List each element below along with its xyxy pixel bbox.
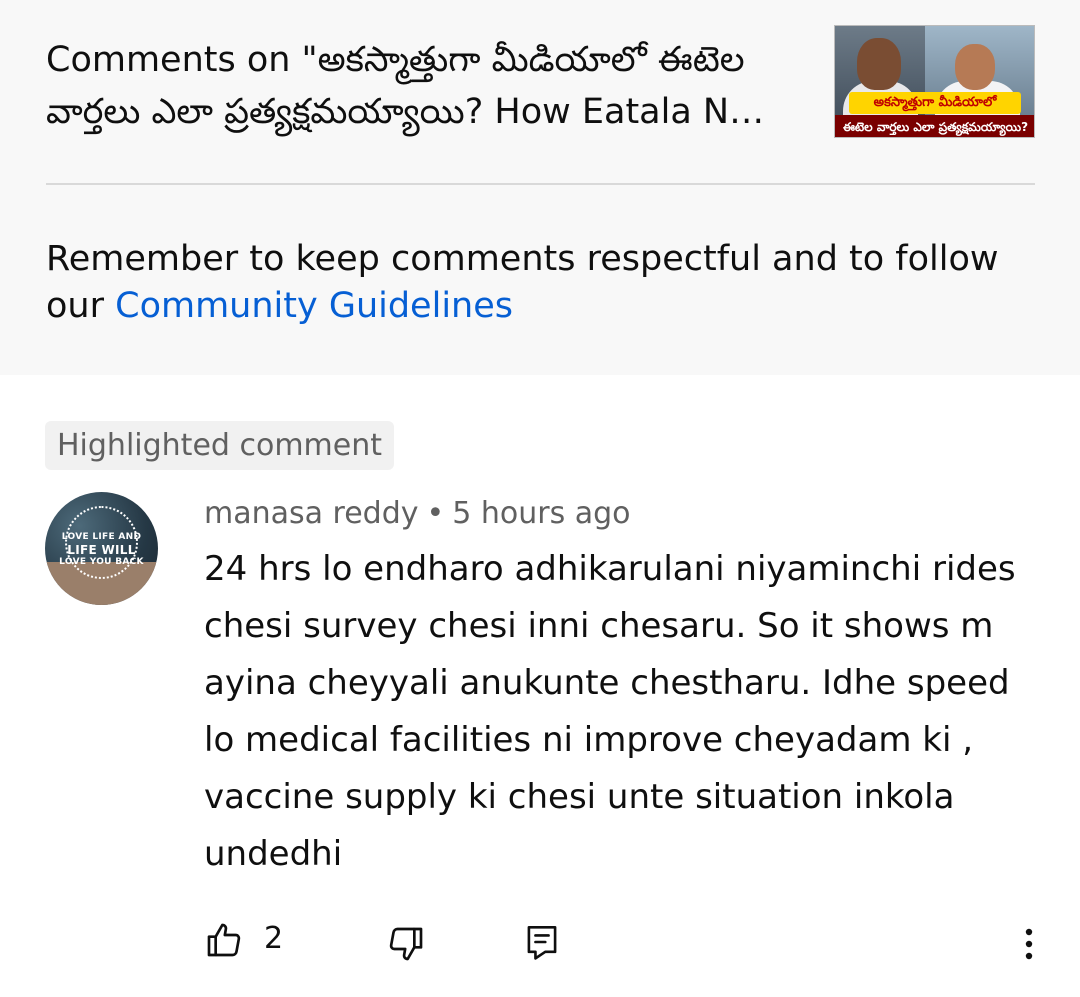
thumbnail-subline: ఈటెల వార్తలు ఎలా ప్రత్యక్షమయ్యాయి? (835, 115, 1034, 137)
thumbnail-person-1-face (857, 38, 901, 90)
like-count: 2 (264, 921, 284, 956)
comments-header: Comments on "అకస్మాత్తుగా మీడియాలో ఈటెల … (0, 0, 1080, 375)
reply-comment-icon[interactable] (524, 922, 560, 962)
thumbnail-person-2-face (955, 44, 995, 90)
comment-meta: manasa reddy • 5 hours ago (204, 493, 631, 535)
avatar-text-line-1: LOVE LIFE AND (61, 532, 142, 542)
thumb-down-icon[interactable] (386, 924, 426, 964)
avatar-text-line-2: LIFE WILL (67, 543, 136, 557)
comment-time: 5 hours ago (452, 496, 631, 531)
more-vertical-icon[interactable] (1014, 924, 1044, 964)
avatar-text-line-3: LOVE YOU BACK (59, 557, 144, 567)
community-reminder: Remember to keep comments respectful and… (46, 236, 1036, 330)
comment-actions: 2 (0, 910, 1080, 974)
thumb-up-icon[interactable] (204, 920, 244, 960)
thumbnail-headline: అకస్మాత్తుగా మీడియాలో (849, 92, 1021, 114)
comment-author[interactable]: manasa reddy (204, 496, 419, 531)
comment-body: 24 hrs lo endharo adhikarulani niyaminch… (204, 549, 1016, 874)
avatar-caption: LOVE LIFE AND LIFE WILL LOVE YOU BACK (59, 532, 144, 568)
video-thumbnail[interactable]: అకస్మాత్తుగా మీడియాలో ఈటెల వార్తలు ఎలా ప… (834, 25, 1035, 138)
avatar[interactable]: LOVE LIFE AND LIFE WILL LOVE YOU BACK (45, 492, 158, 605)
comments-title: Comments on "అకస్మాత్తుగా మీడియాలో ఈటెల … (46, 40, 765, 132)
community-guidelines-link[interactable]: Community Guidelines (115, 286, 513, 326)
highlighted-comment-badge: Highlighted comment (45, 421, 395, 470)
meta-separator: • (426, 496, 445, 531)
header-divider (46, 183, 1035, 185)
